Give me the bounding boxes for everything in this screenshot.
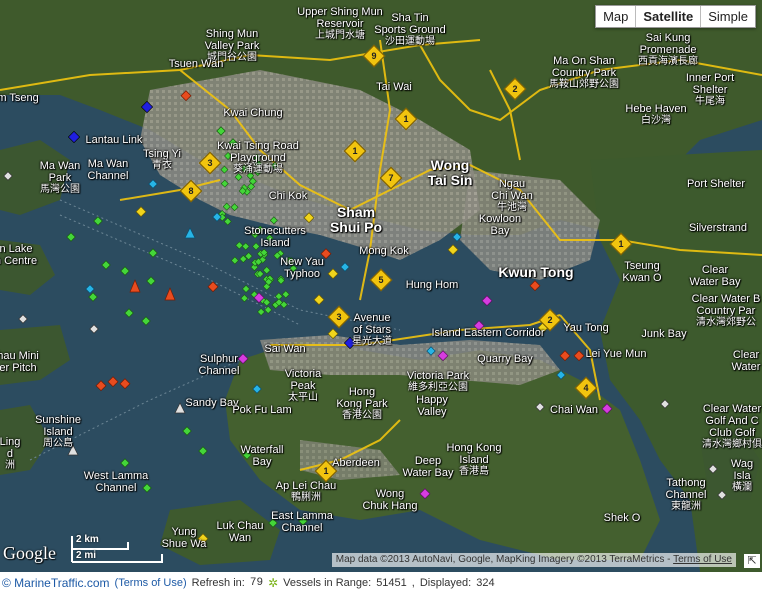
- place-label-yau-tong: Yau Tong: [563, 322, 609, 334]
- place-label-lantau-link: Lantau Link: [85, 134, 143, 146]
- place-label-sulphur: Sulphur Channel: [198, 353, 240, 377]
- place-label-waglan: Wag Isla 橫瀾: [730, 458, 754, 493]
- place-label-kwai-chung: Kwai Chung: [223, 107, 283, 119]
- place-label-lei-yue-mun: Lei Yue Mun: [585, 348, 647, 360]
- place-label-new-yau-typhoon: New Yau Typhoo: [280, 256, 324, 280]
- attribution-terms-link[interactable]: Terms of Use: [673, 554, 732, 565]
- place-label-sham-shui-po: Sham Shui Po: [329, 204, 383, 235]
- place-label-luk-chau: Luk Chau Wan: [216, 520, 264, 544]
- place-label-lei-chau: Ap Lei Chau 鴨脷洲: [275, 480, 337, 503]
- place-label-victoria-peak: Victoria Peak 太平山: [284, 368, 322, 403]
- map-type-simple[interactable]: Simple: [700, 6, 755, 27]
- map-type-satellite[interactable]: Satellite: [635, 6, 700, 27]
- place-label-ma-wan: Ma Wan Park 馬灣公園: [39, 160, 81, 195]
- scale-km: 2 km: [76, 534, 99, 545]
- place-label-kowloon-bay: Kowloon Bay: [478, 213, 522, 237]
- place-label-hung-hom: Hung Hom: [405, 279, 459, 291]
- place-label-island-eastern: Island Eastern Corridor: [431, 327, 545, 339]
- place-label-clear-water-bay-cp: Clear Water B Country Par 清水灣郊野公: [691, 293, 761, 328]
- place-label-chai-wan: Chai Wan: [550, 404, 598, 416]
- refresh-countdown: 79: [249, 576, 264, 589]
- scale-bar: 2 km 2 mi: [70, 534, 166, 566]
- vessels-in-range: 51451: [376, 576, 407, 589]
- scale-mi: 2 mi: [76, 550, 97, 561]
- place-label-stonecutters: Stonecutters Island: [244, 225, 306, 249]
- place-label-upper-shing-mun: Upper Shing Mun Reservoir 上城門水塘: [297, 6, 383, 41]
- vessels-displayed: 324: [476, 576, 495, 589]
- place-label-aberdeen: Aberdeen: [332, 457, 380, 469]
- place-label-sai-wan: Sai Wan: [264, 343, 306, 355]
- place-label-west-lamma: West Lamma Channel: [83, 470, 149, 494]
- google-logo[interactable]: Google: [3, 543, 56, 564]
- place-label-hong-kong-island: Hong Kong Island 香港島: [446, 442, 502, 477]
- place-label-quarry-bay: Quarry Bay: [477, 353, 533, 365]
- map-canvas[interactable]: Shing Mun Valley Park 城門谷公園 Upper Shing Mu…: [0, 0, 762, 572]
- place-label-waterfall-bay: Waterfall Bay: [240, 444, 284, 468]
- place-label-hau-mini: hau Mini er Pitch: [0, 350, 39, 374]
- place-label-tseung-kwan-o: Tseung Kwan O: [622, 260, 662, 284]
- place-label-junk-bay: Junk Bay: [641, 328, 687, 340]
- place-label-ling-island: Ling d洲: [0, 436, 21, 471]
- place-label-ma-wan-channel: Ma Wan Channel: [87, 158, 129, 182]
- place-label-hong-kong-park: Hong Kong Park 香港公園: [336, 386, 388, 421]
- place-label-clear-water-golf: Clear Water Golf And C Club Golf 清水灣鄉村俱: [702, 403, 762, 450]
- place-label-silverstrand: Silverstrand: [688, 222, 748, 234]
- place-label-sha-tin-sports: Sha Tin Sports Ground 沙田運動場: [374, 12, 446, 47]
- place-label-clear-water-bay-2: Clear Water: [731, 349, 761, 373]
- place-label-pok-fu-lam: Pok Fu Lam: [232, 404, 292, 416]
- place-label-lantau-centre: n Lake n Centre: [0, 243, 38, 267]
- place-label-east-lamma: East Lamma Channel: [271, 510, 333, 534]
- place-label-kwun-tong: Kwun Tong: [498, 264, 574, 280]
- place-label-wong-tai-sin: Wong Tai Sin: [427, 157, 473, 188]
- terms-link[interactable]: (Terms of Use): [115, 577, 187, 589]
- place-label-happy-valley: Happy Valley: [416, 394, 448, 418]
- place-label-kwai-tsing: Kwai Tsing Road Playground 葵涌運動場: [217, 140, 299, 175]
- place-label-avenue-of-stars: Avenue of Stars 星光大道: [352, 312, 392, 347]
- place-label-tsing-yi: Tsing Yi 青衣: [143, 148, 181, 171]
- refresh-spinner-icon: ✲: [268, 575, 279, 590]
- map-attribution: Map data ©2013 AutoNavi, Google, MapKing…: [331, 553, 736, 567]
- map-type-map[interactable]: Map: [596, 6, 635, 27]
- status-bar: © MarineTraffic.com (Terms of Use) Refre…: [2, 575, 495, 590]
- place-label-ngau-chi-wan: Ngau Chi Wan 牛池灣: [491, 178, 533, 213]
- place-label-sai-kung: Sai Kung Promenade 西貢海濱長廊: [638, 32, 698, 67]
- place-label-inner-port-shelter: Inner Port Shelter 牛尾海: [685, 72, 735, 107]
- expand-icon[interactable]: ⇱: [744, 554, 760, 568]
- place-label-tam-tseng: am Tseng: [0, 92, 39, 104]
- place-label-clear-water-bay: Clear Water Bay: [689, 264, 741, 288]
- place-label-sandy-bay: Sandy Bay: [185, 397, 239, 409]
- place-label-ma-on-shan: Ma On Shan Country Park 馬鞍山郊野公園: [549, 55, 619, 90]
- place-label-yung-shue: Yung Shue Wa: [161, 526, 207, 550]
- place-label-shek-o: Shek O: [603, 512, 641, 524]
- place-label-tai-wai: Tai Wai: [376, 81, 412, 93]
- map-type-control[interactable]: Map Satellite Simple: [595, 5, 756, 28]
- place-label-tsuen-wan: Tsuen Wan: [168, 58, 224, 70]
- place-label-port-shelter: Port Shelter: [686, 178, 746, 190]
- brand-link[interactable]: © MarineTraffic.com: [2, 576, 110, 590]
- place-label-mong-kok: Mong Kok: [359, 245, 409, 257]
- place-label-chi-kok: Chi Kok: [268, 190, 308, 202]
- place-label-sunshine-island: Sunshine Island 周公島: [35, 414, 81, 449]
- place-label-victoria-park: Victoria Park 維多利亞公園: [406, 370, 470, 393]
- place-label-wong-chuk-hang: Wong Chuk Hang: [362, 488, 418, 512]
- place-label-tathong: Tathong Channel 東龍洲: [665, 477, 707, 512]
- place-label-deep-water-bay: Deep Water Bay: [402, 455, 454, 479]
- place-label-hebe-haven: Hebe Haven 白沙灣: [625, 103, 687, 126]
